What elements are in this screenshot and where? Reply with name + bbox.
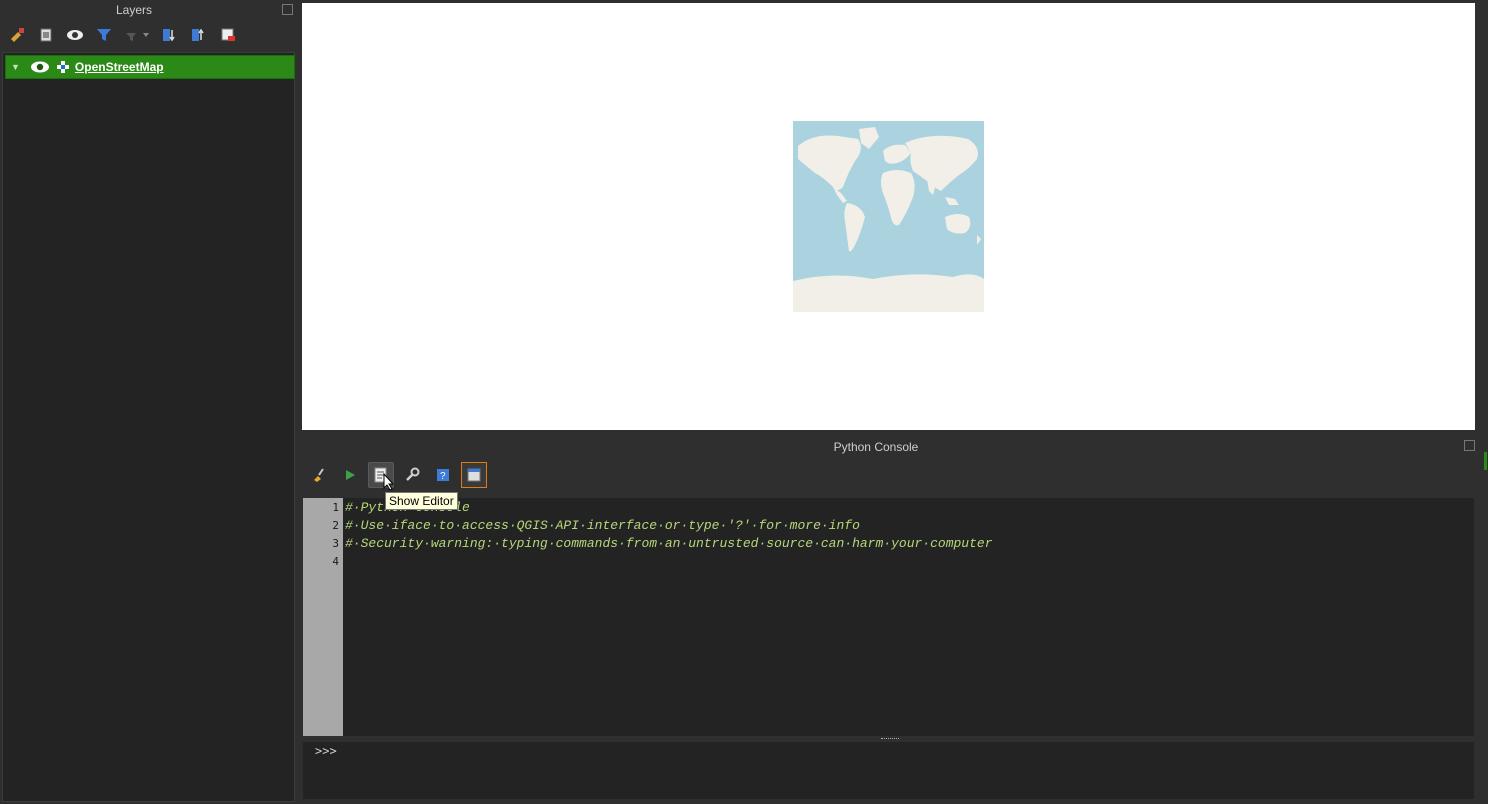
layer-name[interactable]: OpenStreetMap bbox=[75, 60, 164, 74]
line-number-gutter: 1 2 3 4 bbox=[303, 498, 343, 736]
python-console-panel: Python Console ? 1 2 3 4 #·Python·Consol… bbox=[296, 432, 1488, 804]
window-edge-indicator bbox=[1484, 452, 1487, 470]
map-canvas[interactable] bbox=[302, 3, 1475, 430]
line-number: 1 bbox=[332, 501, 339, 514]
dock-editor-button[interactable] bbox=[461, 462, 487, 488]
python-console-title: Python Console bbox=[833, 440, 919, 454]
options-button[interactable] bbox=[399, 462, 425, 488]
console-input-shell[interactable]: >>> bbox=[303, 742, 1474, 799]
expand-arrow-icon[interactable]: ▼ bbox=[11, 62, 20, 72]
run-command-button[interactable] bbox=[337, 462, 363, 488]
remove-layer-icon[interactable] bbox=[217, 25, 239, 45]
style-manager-icon[interactable] bbox=[6, 25, 28, 45]
float-panel-icon[interactable] bbox=[1464, 440, 1475, 451]
clear-console-button[interactable] bbox=[306, 462, 332, 488]
shell-prompt: >>> bbox=[315, 744, 337, 758]
raster-layer-icon bbox=[56, 61, 69, 73]
code-line: #·Security·warning:·typing·commands·from… bbox=[345, 536, 993, 551]
python-console-toolbar: ? bbox=[306, 462, 487, 488]
layers-panel-title: Layers bbox=[115, 3, 153, 17]
world-map-tile bbox=[793, 121, 984, 312]
console-output-editor[interactable]: 1 2 3 4 #·Python·Console #·Use·iface·to·… bbox=[303, 498, 1474, 736]
visibility-icon[interactable] bbox=[64, 25, 86, 45]
float-panel-icon[interactable] bbox=[282, 4, 293, 15]
line-number: 4 bbox=[332, 555, 339, 568]
add-group-icon[interactable] bbox=[35, 25, 57, 45]
code-line: #·Use·iface·to·access·QGIS·API·interface… bbox=[345, 518, 860, 533]
clear-console-icon bbox=[314, 468, 324, 482]
mouse-cursor-icon bbox=[383, 472, 395, 494]
dock-icon bbox=[467, 468, 481, 482]
line-number: 2 bbox=[332, 519, 339, 532]
help-icon: ? bbox=[437, 469, 449, 482]
help-button[interactable]: ? bbox=[430, 462, 456, 488]
filter-icon[interactable] bbox=[93, 25, 115, 45]
run-command-icon bbox=[346, 470, 355, 480]
layers-toolbar bbox=[6, 25, 239, 45]
svg-text:?: ? bbox=[440, 471, 446, 482]
layers-tree[interactable]: ▼ OpenStreetMap bbox=[2, 52, 295, 802]
tooltip: Show Editor bbox=[385, 492, 458, 510]
line-number: 3 bbox=[332, 537, 339, 550]
expand-all-icon[interactable] bbox=[159, 25, 181, 45]
splitter-grip-icon[interactable] bbox=[881, 738, 899, 741]
filter-expression-icon[interactable] bbox=[122, 25, 152, 45]
layer-item-openstreetmap[interactable]: ▼ OpenStreetMap bbox=[5, 55, 295, 79]
wrench-icon bbox=[406, 467, 420, 481]
visibility-checkbox-icon[interactable] bbox=[30, 60, 50, 74]
layers-panel: Layers ▼ OpenStreetMap bbox=[0, 0, 295, 804]
collapse-all-icon[interactable] bbox=[188, 25, 210, 45]
